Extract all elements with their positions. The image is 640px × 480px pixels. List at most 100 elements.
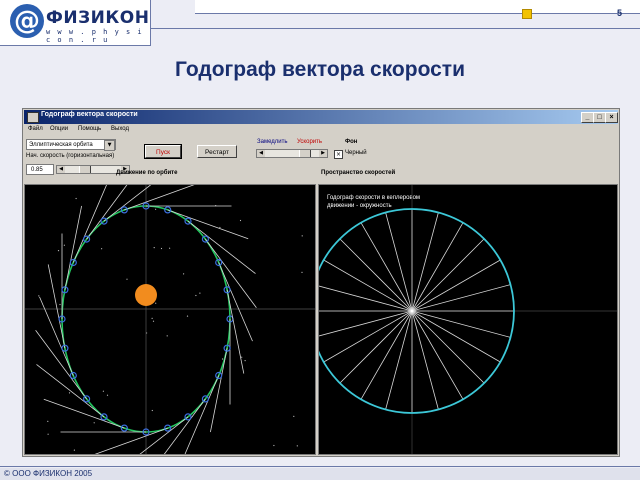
orbit-select-value: Эллиптическая орбита: [29, 142, 93, 148]
rate-slider-thumb[interactable]: [299, 150, 311, 157]
left-panel-caption: Движение по орбите: [116, 170, 178, 176]
star: [68, 392, 71, 394]
star: [47, 433, 49, 435]
velocity-vector: [411, 310, 464, 400]
star: [38, 295, 40, 297]
star: [273, 444, 275, 447]
star: [301, 235, 303, 237]
logo-at-icon: @: [10, 4, 44, 38]
scroll-left-icon[interactable]: ◀: [57, 166, 65, 173]
menu-file[interactable]: Файл: [28, 126, 43, 132]
header-line: [150, 28, 640, 29]
star: [153, 247, 155, 249]
velocity-vector: [323, 259, 413, 312]
bg-option-label: Черный: [345, 150, 367, 156]
velocity-vector: [35, 330, 87, 400]
orbit-select[interactable]: Эллиптическая орбита ▼: [26, 139, 116, 151]
star: [241, 356, 243, 358]
slow-label: Замедлить: [257, 139, 288, 145]
speed-label: Нач. скорость (горизонтальная): [26, 153, 115, 159]
star: [59, 303, 61, 306]
star: [151, 317, 153, 319]
window-title: Годограф вектора скорости: [41, 111, 138, 118]
star: [155, 302, 157, 304]
velocity-vector: [411, 222, 464, 312]
bg-checkbox[interactable]: ×: [334, 150, 343, 159]
sun-icon: [135, 284, 157, 306]
star: [199, 292, 201, 294]
velocity-vector: [339, 310, 413, 384]
menu-help[interactable]: Помощь: [78, 126, 101, 132]
velocity-vector: [385, 212, 413, 312]
velocity-vector: [360, 310, 413, 400]
menu-exit[interactable]: Выход: [111, 126, 129, 132]
star: [195, 294, 197, 297]
star: [93, 422, 95, 424]
velocity-vector: [385, 310, 413, 410]
footer: © ООО ФИЗИКОН 2005: [0, 468, 640, 480]
star: [244, 360, 246, 362]
speed-rate-slider[interactable]: ◀ ▶: [256, 149, 328, 158]
velocity-vector: [64, 205, 82, 290]
hodograph-note-line1: Годограф скорости в кеплеровом: [327, 195, 420, 201]
speed-input[interactable]: 0.85: [26, 164, 54, 175]
velocity-vector: [411, 310, 511, 338]
velocity-vector: [411, 310, 485, 384]
header-square-icon: [522, 9, 532, 19]
footer-line: [0, 466, 640, 467]
orbit-panel: [24, 184, 316, 455]
star: [57, 250, 60, 252]
velocity-panel: Годограф скорости в кеплеровом движении …: [318, 184, 618, 455]
star: [126, 278, 128, 280]
star: [301, 271, 303, 273]
velocity-vector: [411, 238, 485, 312]
menu-options[interactable]: Опции: [50, 126, 68, 132]
start-button[interactable]: Пуск: [144, 144, 182, 159]
star: [183, 273, 185, 275]
scroll-left-icon[interactable]: ◀: [257, 150, 265, 157]
fast-label: Ускорить: [297, 139, 323, 145]
star: [47, 420, 49, 422]
star: [160, 247, 163, 250]
star: [296, 445, 298, 447]
velocity-vector: [103, 185, 152, 222]
window-titlebar[interactable]: Годограф вектора скорости _ □ ×: [24, 110, 618, 124]
velocity-vector: [411, 259, 501, 312]
velocity-vector: [218, 262, 253, 342]
star: [166, 335, 168, 337]
hodograph-note-line2: движении - окружность: [327, 203, 392, 209]
star: [151, 409, 153, 412]
right-panel-caption: Пространство скоростей: [321, 170, 396, 176]
star: [169, 247, 171, 249]
star: [63, 244, 65, 246]
speed-slider-thumb[interactable]: [79, 166, 91, 173]
velocity-vector: [411, 212, 439, 312]
velocity-vector: [167, 209, 249, 240]
star: [293, 415, 295, 417]
star: [219, 226, 221, 229]
orbit-canvas: [25, 185, 315, 454]
logo-name: ФИЗИКОН: [46, 8, 150, 28]
page-number: 5: [617, 8, 623, 18]
restart-button[interactable]: Рестарт: [197, 145, 237, 158]
app-window: Годограф вектора скорости _ □ × Файл Опц…: [22, 108, 620, 457]
velocity-vector: [319, 310, 413, 337]
velocity-vector: [360, 222, 413, 312]
velocity-vector: [411, 310, 439, 410]
velocity-vector: [210, 348, 228, 433]
origin-point: [410, 309, 414, 313]
scroll-right-icon[interactable]: ▶: [319, 150, 327, 157]
logo: @ ФИЗИКОН w w w . p h y s i c o n . r u: [0, 0, 151, 46]
app-icon: [27, 112, 39, 123]
star: [186, 315, 189, 317]
star: [101, 248, 103, 250]
star: [75, 197, 77, 200]
header-strip: [195, 0, 640, 14]
velocity-vector: [339, 238, 413, 312]
close-button[interactable]: ×: [605, 112, 618, 123]
logo-url: w w w . p h y s i c o n . r u: [46, 28, 144, 44]
chevron-down-icon[interactable]: ▼: [104, 140, 115, 151]
footer-copyright: © ООО ФИЗИКОН 2005: [4, 469, 93, 478]
star: [239, 219, 242, 222]
star: [106, 394, 109, 396]
